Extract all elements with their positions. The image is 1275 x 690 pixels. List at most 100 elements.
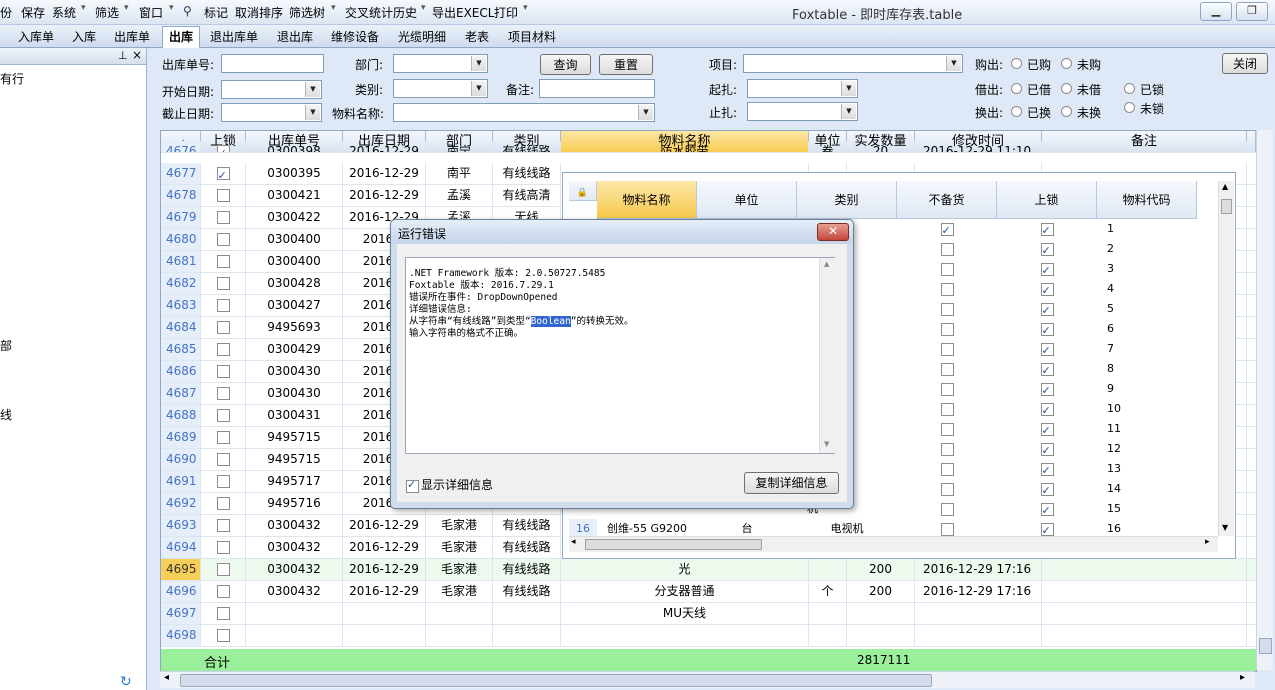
scroll-up-icon[interactable]: ▲ (824, 260, 829, 268)
subgrid-no-stock[interactable] (897, 479, 997, 499)
radio-not-bought[interactable] (1061, 58, 1072, 69)
end-date-picker[interactable]: ▼ (221, 103, 322, 122)
error-detail-textbox[interactable]: .NET Framework 版本: 2.0.50727.5485 Foxtab… (405, 257, 835, 454)
subgrid-no-stock[interactable] (897, 459, 997, 479)
subgrid-no-stock[interactable] (897, 339, 997, 359)
checkbox[interactable] (1040, 401, 1054, 419)
checkbox[interactable] (1040, 481, 1054, 499)
radio-unlocked[interactable] (1124, 102, 1135, 113)
subgrid-hscrollbar[interactable]: ◂ ▸ (569, 536, 1218, 552)
subgrid-lock[interactable] (997, 479, 1097, 499)
minimize-button[interactable]: ▁ (1200, 2, 1232, 21)
row-number[interactable]: 4690 (161, 449, 201, 470)
checkbox[interactable] (1040, 501, 1054, 519)
row-number[interactable]: 4678 (161, 185, 201, 206)
checkbox[interactable] (940, 282, 954, 296)
subgrid-lock[interactable] (997, 339, 1097, 359)
menu-cancel-sort[interactable]: 取消排序 (235, 4, 283, 21)
checkbox[interactable] (1040, 241, 1054, 259)
subgrid-no-stock[interactable] (897, 259, 997, 279)
hscroll-thumb[interactable] (585, 539, 762, 550)
lock-cell[interactable] (201, 471, 246, 492)
tab-outbound-order[interactable]: 出库单 (114, 28, 150, 46)
checkbox[interactable] (216, 343, 230, 356)
vscroll-thumb[interactable] (1221, 199, 1232, 214)
row-number[interactable]: 4691 (161, 471, 201, 492)
lock-cell[interactable] (201, 625, 246, 646)
subgrid-lock[interactable] (997, 439, 1097, 459)
checkbox[interactable] (940, 362, 954, 376)
checkbox[interactable] (940, 322, 954, 336)
checkbox[interactable] (940, 502, 954, 516)
subgrid-col-lock[interactable]: 上锁 (997, 181, 1097, 219)
row-number[interactable]: 4697 (161, 603, 201, 624)
checkbox[interactable] (1040, 261, 1054, 279)
lock-cell[interactable] (201, 251, 246, 272)
tab-project-material[interactable]: 项目材料 (508, 28, 556, 46)
query-button[interactable]: 查询 (540, 54, 591, 75)
row-number[interactable]: 4694 (161, 537, 201, 558)
checkbox[interactable] (406, 478, 419, 493)
dept-combo[interactable]: ▼ (393, 54, 488, 73)
lock-cell[interactable] (201, 361, 246, 382)
row-number[interactable]: 4680 (161, 229, 201, 250)
radio-locked[interactable] (1124, 83, 1135, 94)
table-row[interactable]: 4676 03003982016-12-29南宁有线线路防水胶带卷202016-1… (161, 141, 1256, 153)
lock-cell[interactable] (201, 295, 246, 316)
checkbox[interactable] (216, 233, 230, 246)
checkbox[interactable] (940, 242, 954, 256)
subgrid-no-stock[interactable] (897, 379, 997, 399)
project-combo[interactable]: ▼ (743, 54, 963, 73)
table-row[interactable]: 4697 MU天线 (161, 603, 1256, 625)
row-number[interactable]: 4693 (161, 515, 201, 536)
row-number[interactable]: 4695 (161, 559, 201, 580)
lock-cell[interactable] (201, 559, 246, 580)
checkbox[interactable] (216, 189, 230, 202)
checkbox[interactable] (1040, 381, 1054, 399)
subgrid-lock[interactable] (997, 319, 1097, 339)
checkbox[interactable] (216, 321, 230, 334)
outbound-no-input[interactable] (221, 54, 324, 73)
scroll-right-icon[interactable]: ▸ (1205, 537, 1210, 547)
subgrid-col-type[interactable]: 类别 (797, 181, 897, 219)
row-number[interactable]: 4681 (161, 251, 201, 272)
checkbox[interactable] (1040, 521, 1054, 539)
menu-window[interactable]: 窗口 (139, 4, 163, 21)
tab-outbound[interactable]: 出库 (162, 26, 201, 48)
lock-cell[interactable] (201, 427, 246, 448)
type-combo[interactable]: ▼ (393, 79, 488, 98)
subgrid-col-unit[interactable]: 单位 (697, 181, 797, 219)
checkbox[interactable] (1040, 221, 1054, 239)
subgrid-lock[interactable] (997, 279, 1097, 299)
vscroll-thumb[interactable] (1259, 638, 1272, 654)
subgrid-lock[interactable] (997, 239, 1097, 259)
tab-repair-equipment[interactable]: 维修设备 (331, 28, 379, 46)
table-row[interactable]: 4695 0300432 2016-12-29 毛家港 有线线路光 200 2016-12-… (161, 559, 1256, 581)
row-number[interactable]: 4677 (161, 163, 201, 184)
lock-cell[interactable] (201, 141, 246, 152)
checkbox[interactable] (216, 607, 230, 620)
subgrid-lock[interactable] (997, 219, 1097, 239)
subgrid-no-stock[interactable] (897, 219, 997, 239)
subgrid-lock[interactable] (997, 379, 1097, 399)
tab-inbound[interactable]: 入库 (72, 28, 96, 46)
checkbox[interactable] (1040, 421, 1054, 439)
subgrid-no-stock[interactable] (897, 319, 997, 339)
scroll-left-icon[interactable]: ◂ (164, 672, 169, 683)
menu-filter[interactable]: 筛选 (95, 4, 119, 21)
checkbox[interactable] (216, 211, 230, 224)
row-number[interactable]: 4686 (161, 361, 201, 382)
checkbox[interactable] (1040, 441, 1054, 459)
restore-button[interactable]: ❐ (1236, 2, 1268, 21)
subgrid-lock[interactable] (997, 299, 1097, 319)
row-number[interactable]: 4676 (161, 141, 201, 152)
lock-cell[interactable] (201, 339, 246, 360)
lock-cell[interactable] (201, 405, 246, 426)
radio-not-exchanged[interactable] (1061, 106, 1072, 117)
subgrid-no-stock[interactable] (897, 499, 997, 519)
tab-return[interactable]: 退出库 (277, 28, 313, 46)
checkbox[interactable] (216, 299, 230, 312)
qizha-combo[interactable]: ▼ (747, 79, 858, 98)
checkbox[interactable] (216, 541, 230, 554)
checkbox[interactable] (216, 431, 230, 444)
